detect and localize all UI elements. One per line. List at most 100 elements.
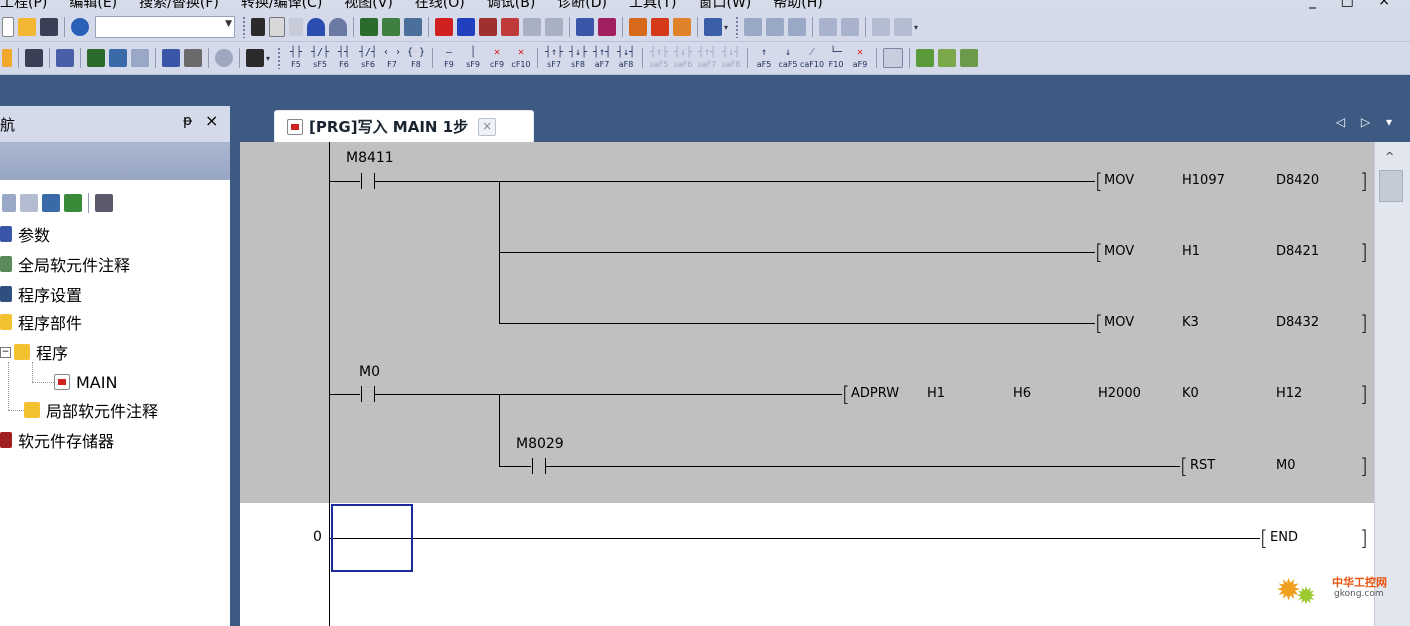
ladder-draw-line-button[interactable]: └─ F10: [825, 47, 847, 69]
tree-item-program-parts[interactable]: 程序部件: [0, 310, 82, 334]
ladder-invert-button[interactable]: ⁄ caF10: [800, 47, 824, 69]
ladder-parallel-falling-button[interactable]: ┤↓┤ aF8: [615, 47, 637, 69]
ladder-falling-edge-button[interactable]: ┤↓├ sF8: [567, 47, 589, 69]
ladder-vline-button[interactable]: │ sF9: [462, 47, 484, 69]
binoculars-icon[interactable]: [246, 49, 264, 67]
open-contact-m8029[interactable]: [532, 458, 546, 474]
label-icon[interactable]: [872, 18, 891, 36]
device-search-icon[interactable]: [184, 49, 202, 67]
instruction-adprw[interactable]: ADPRW: [851, 386, 899, 401]
device-batch-icon[interactable]: [576, 18, 594, 36]
ladder-delete-vline-button[interactable]: ✕ cF10: [510, 47, 532, 69]
sfc-branch-icon[interactable]: [960, 49, 979, 67]
toolbar-grip[interactable]: [735, 16, 740, 38]
paste-icon[interactable]: [289, 18, 303, 36]
scrollbar-thumb[interactable]: [1379, 170, 1403, 202]
cut-icon[interactable]: [251, 18, 265, 36]
menu-search-replace[interactable]: 搜索/替换(F): [139, 0, 219, 10]
display-icon[interactable]: [704, 18, 722, 36]
toolbar-overflow-icon[interactable]: ▾: [914, 23, 918, 32]
sfc-icon[interactable]: [916, 49, 935, 67]
ladder-op-falling-button[interactable]: ↓ caF5: [777, 47, 799, 69]
copy-icon[interactable]: [269, 17, 285, 37]
ladder-delete-hline-button[interactable]: ✕ cF9: [486, 47, 508, 69]
toolbar-grip[interactable]: [277, 47, 282, 69]
tab-close-icon[interactable]: ×: [478, 117, 497, 136]
ladder-parallel-rising-negated-button[interactable]: ┤↑┤ saF7: [696, 47, 718, 69]
device-write-icon[interactable]: [382, 18, 400, 36]
list-view-icon[interactable]: [56, 49, 74, 67]
instruction-mov[interactable]: MOV: [1104, 315, 1134, 330]
tab-prg-main[interactable]: [PRG]写入 MAIN 1步 ×: [274, 110, 534, 142]
diagnostics-icon[interactable]: [629, 18, 647, 36]
align-right-icon[interactable]: [766, 18, 785, 36]
ladder-rising-negated-button[interactable]: ┤↑├ saF5: [648, 47, 670, 69]
module-icon[interactable]: [25, 49, 43, 67]
help-icon[interactable]: [215, 49, 233, 67]
edit-cursor[interactable]: [331, 504, 413, 572]
align-top-icon[interactable]: [788, 18, 807, 36]
ladder-parallel-closed-button[interactable]: ┤/┤ sF6: [357, 47, 379, 69]
tree-item-parameters[interactable]: 参数: [0, 222, 50, 246]
simulation-start-icon[interactable]: [651, 18, 669, 36]
ladder-parallel-falling-negated-button[interactable]: ┤↓┤ saF8: [720, 47, 742, 69]
tree-item-local-comment[interactable]: 局部软元件注释: [24, 398, 158, 422]
menu-project[interactable]: 工程(P): [0, 0, 47, 10]
toolbar-overflow-icon[interactable]: ▾: [266, 54, 270, 63]
toolbar-overflow-icon[interactable]: ▾: [724, 23, 728, 32]
ladder-parallel-open-button[interactable]: ┤┤ F6: [333, 47, 355, 69]
device-test-icon[interactable]: [598, 18, 616, 36]
monitor-batch-icon[interactable]: [523, 18, 541, 36]
window-controls[interactable]: _ □ ×: [1309, 0, 1400, 9]
ladder-coil-button[interactable]: ‹ › F7: [381, 47, 403, 69]
tree-item-main[interactable]: MAIN: [54, 370, 117, 394]
scroll-up-icon[interactable]: ^: [1385, 150, 1394, 163]
menu-diagnostics[interactable]: 诊断(D): [557, 0, 607, 10]
nav-refresh-icon[interactable]: [64, 194, 82, 212]
instruction-mov[interactable]: MOV: [1104, 173, 1134, 188]
menu-convert-compile[interactable]: 转换/编译(C): [241, 0, 322, 10]
monitor-stop-icon[interactable]: [501, 18, 519, 36]
menu-debug[interactable]: 调试(B): [487, 0, 536, 10]
function-block-icon[interactable]: [883, 48, 904, 68]
instruction-mov[interactable]: MOV: [1104, 244, 1134, 259]
help-icon[interactable]: [71, 18, 89, 36]
ladder-closed-contact-button[interactable]: ┤/├ sF5: [309, 47, 331, 69]
ladder-editor[interactable]: M8411 [ MOV H1097 D8420 ] [ MOV H1 D8421…: [240, 142, 1374, 626]
ladder-delete-line-button[interactable]: ✕ aF9: [849, 47, 871, 69]
tab-scroll-controls[interactable]: ◁ ▷ ▾: [1336, 115, 1398, 129]
nav-property-icon[interactable]: [42, 194, 60, 212]
ladder-parallel-rising-button[interactable]: ┤↑┤ aF7: [591, 47, 613, 69]
zoom-in-icon[interactable]: [819, 18, 838, 36]
sfc-transition-icon[interactable]: [938, 49, 957, 67]
menu-tools[interactable]: 工具(T): [629, 0, 676, 10]
ladder-hline-button[interactable]: — F9: [438, 47, 460, 69]
program-window-icon[interactable]: [2, 49, 12, 67]
project-selector-combo[interactable]: [95, 16, 235, 38]
ladder-falling-negated-button[interactable]: ┤↓├ saF6: [672, 47, 694, 69]
open-folder-icon[interactable]: [18, 18, 36, 36]
ladder-op-rising-button[interactable]: ↑ aF5: [753, 47, 775, 69]
pin-icon[interactable]: ᵽ: [183, 113, 192, 129]
menu-view[interactable]: 视图(V): [344, 0, 393, 10]
menu-edit[interactable]: 编辑(E): [69, 0, 117, 10]
nav-copy-icon[interactable]: [2, 194, 16, 212]
new-project-icon[interactable]: [2, 17, 14, 37]
device-read-icon[interactable]: [360, 18, 378, 36]
nav-paste-icon[interactable]: [20, 194, 38, 212]
open-contact-m0[interactable]: [361, 386, 375, 402]
nav-sort-icon[interactable]: [95, 194, 113, 212]
read-from-plc-icon[interactable]: [457, 18, 475, 36]
nav-close-icon[interactable]: ×: [205, 111, 218, 130]
device-statement-icon[interactable]: [109, 49, 127, 67]
vertical-scrollbar[interactable]: ^: [1374, 142, 1410, 626]
label-edit-icon[interactable]: [894, 18, 913, 36]
tree-item-program[interactable]: − 程序: [0, 340, 68, 364]
undo-icon[interactable]: [307, 18, 325, 36]
collapse-icon[interactable]: −: [0, 346, 11, 358]
ladder-instruction-button[interactable]: { } F8: [405, 47, 427, 69]
device-note-icon[interactable]: [131, 49, 149, 67]
menu-help[interactable]: 帮助(H): [773, 0, 822, 10]
tree-item-program-settings[interactable]: 程序设置: [0, 282, 82, 306]
simulation-stop-icon[interactable]: [673, 18, 691, 36]
